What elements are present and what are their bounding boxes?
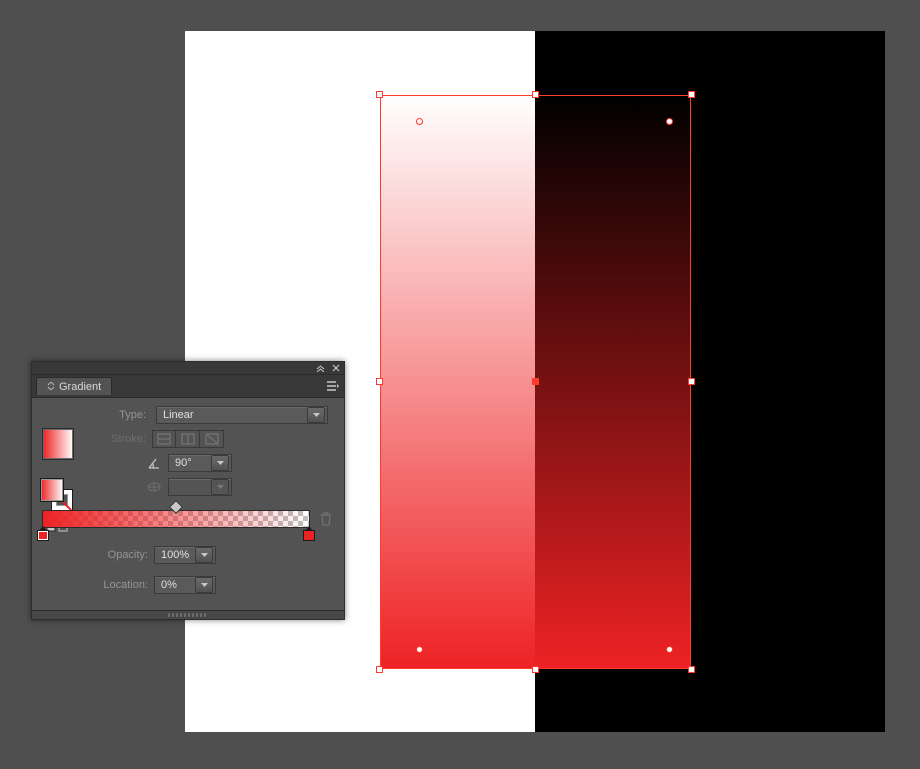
panel-tabs: Gradient [32, 375, 344, 398]
chevron-down-icon [195, 577, 213, 593]
tab-expand-icon [47, 382, 55, 392]
stroke-align-within-button[interactable] [152, 430, 176, 448]
resize-handle-tm[interactable] [532, 91, 539, 98]
stroke-align-along-button[interactable] [176, 430, 200, 448]
resize-handle-mr[interactable] [688, 378, 695, 385]
aspect-ratio-input [168, 478, 232, 496]
selected-object[interactable] [380, 95, 691, 669]
stroke-align-group [152, 430, 224, 448]
collapse-icon[interactable] [312, 362, 328, 374]
location-value: 0% [161, 579, 191, 591]
type-label: Type: [88, 409, 146, 421]
tab-gradient[interactable]: Gradient [36, 377, 112, 395]
resize-handle-bl[interactable] [376, 666, 383, 673]
resize-handle-bm[interactable] [532, 666, 539, 673]
trash-icon[interactable] [318, 511, 334, 527]
stroke-align-across-button[interactable] [200, 430, 224, 448]
location-input[interactable]: 0% [154, 576, 216, 594]
chevron-down-icon [211, 455, 229, 471]
panel-body: Type: Linear Stroke: [32, 398, 344, 610]
resize-handle-tr[interactable] [688, 91, 695, 98]
gradient-stop-left[interactable] [37, 526, 49, 540]
chevron-down-icon [211, 479, 229, 495]
anchor-point[interactable] [416, 118, 423, 125]
angle-icon [146, 455, 162, 471]
chevron-down-icon [307, 407, 325, 423]
angle-value: 90° [175, 457, 207, 469]
center-handle[interactable] [532, 378, 539, 385]
gradient-preview[interactable] [42, 428, 74, 460]
opacity-input[interactable]: 100% [154, 546, 216, 564]
anchor-point[interactable] [416, 646, 423, 653]
panel-title: Gradient [59, 381, 101, 393]
close-icon[interactable] [328, 362, 344, 374]
panel-header[interactable] [32, 362, 344, 375]
chevron-down-icon [195, 547, 213, 563]
type-value: Linear [163, 409, 303, 421]
resize-handle-br[interactable] [688, 666, 695, 673]
gradient-slider[interactable] [42, 510, 310, 528]
type-dropdown[interactable]: Linear [156, 406, 328, 424]
location-label: Location: [98, 579, 148, 591]
opacity-label: Opacity: [98, 549, 148, 561]
aspect-ratio-icon [146, 479, 162, 495]
panel-resize-grip[interactable] [32, 610, 344, 619]
anchor-point[interactable] [666, 646, 673, 653]
panel-menu-icon[interactable] [326, 379, 340, 393]
resize-handle-tl[interactable] [376, 91, 383, 98]
fill-swatch[interactable] [40, 478, 64, 502]
angle-input[interactable]: 90° [168, 454, 232, 472]
gradient-panel[interactable]: Gradient Type: Linear [31, 361, 345, 620]
gradient-stop-right[interactable] [303, 526, 315, 540]
gradient-midpoint[interactable] [169, 500, 183, 514]
opacity-value: 100% [161, 549, 191, 561]
anchor-point[interactable] [666, 118, 673, 125]
resize-handle-ml[interactable] [376, 378, 383, 385]
fill-stroke-swatch[interactable] [40, 478, 74, 512]
stroke-label: Stroke: [88, 433, 146, 445]
